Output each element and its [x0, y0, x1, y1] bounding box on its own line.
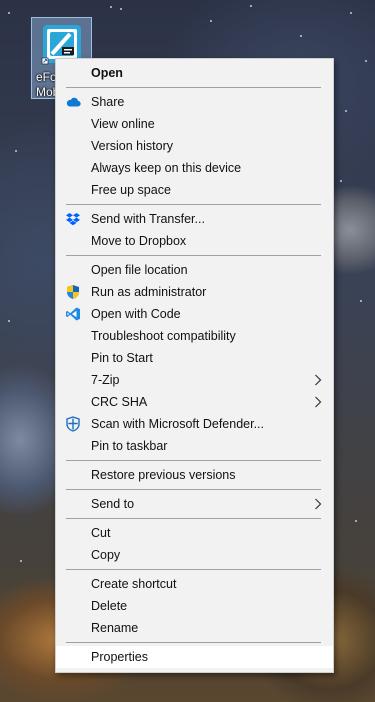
star	[20, 560, 22, 562]
menu-item-free-up-space[interactable]: Free up space	[56, 179, 333, 201]
menu-item-7-zip[interactable]: 7-Zip	[56, 369, 333, 391]
menu-item-label: Open	[91, 66, 123, 80]
menu-separator	[66, 255, 321, 256]
menu-item-open[interactable]: Open	[56, 62, 333, 84]
menu-item-move-to-dropbox[interactable]: Move to Dropbox	[56, 230, 333, 252]
menu-item-label: View online	[91, 117, 155, 131]
star	[110, 6, 112, 8]
menu-item-send-to[interactable]: Send to	[56, 493, 333, 515]
star	[345, 110, 347, 112]
star	[350, 12, 352, 14]
menu-item-label: CRC SHA	[91, 395, 148, 409]
menu-item-label: Scan with Microsoft Defender...	[91, 417, 264, 431]
menu-item-label: Pin to taskbar	[91, 439, 168, 453]
menu-item-crc-sha[interactable]: CRC SHA	[56, 391, 333, 413]
star	[365, 60, 367, 62]
menu-item-label: Delete	[91, 599, 128, 613]
menu-item-open-with-code[interactable]: Open with Code	[56, 303, 333, 325]
onedrive-cloud-icon	[65, 94, 81, 110]
defender-shield-icon	[65, 416, 81, 432]
vscode-icon	[65, 306, 81, 322]
menu-item-troubleshoot-compatibility[interactable]: Troubleshoot compatibility	[56, 325, 333, 347]
chevron-right-icon	[313, 391, 323, 413]
chevron-right-icon	[313, 493, 323, 515]
star	[210, 20, 212, 22]
context-menu: Open Share View online Version history Alway…	[55, 58, 334, 673]
menu-item-label: Create shortcut	[91, 577, 177, 591]
menu-item-label: Share	[91, 95, 125, 109]
menu-item-rename[interactable]: Rename	[56, 617, 333, 639]
menu-separator	[66, 642, 321, 643]
menu-item-label: Cut	[91, 526, 111, 540]
menu-separator	[66, 569, 321, 570]
chevron-right-icon	[313, 369, 323, 391]
star	[120, 8, 122, 10]
menu-item-cut[interactable]: Cut	[56, 522, 333, 544]
menu-separator	[66, 87, 321, 88]
menu-item-label: Pin to Start	[91, 351, 153, 365]
menu-item-properties[interactable]: Properties	[56, 646, 333, 668]
menu-item-label: Copy	[91, 548, 121, 562]
menu-separator	[66, 489, 321, 490]
menu-separator	[66, 460, 321, 461]
menu-item-label: Restore previous versions	[91, 468, 236, 482]
star	[15, 150, 17, 152]
menu-item-label: Move to Dropbox	[91, 234, 187, 248]
menu-item-pin-to-start[interactable]: Pin to Start	[56, 347, 333, 369]
menu-item-scan-with-microsoft-defender[interactable]: Scan with Microsoft Defender...	[56, 413, 333, 435]
star	[360, 300, 362, 302]
menu-item-share[interactable]: Share	[56, 91, 333, 113]
menu-item-always-keep-on-this-device[interactable]: Always keep on this device	[56, 157, 333, 179]
star	[8, 320, 10, 322]
menu-item-create-shortcut[interactable]: Create shortcut	[56, 573, 333, 595]
menu-separator	[66, 204, 321, 205]
menu-item-label: Properties	[91, 650, 148, 664]
menu-item-open-file-location[interactable]: Open file location	[56, 259, 333, 281]
star	[300, 35, 302, 37]
menu-item-label: Open file location	[91, 263, 188, 277]
menu-item-restore-previous-versions[interactable]: Restore previous versions	[56, 464, 333, 486]
star	[8, 12, 10, 14]
star	[355, 520, 357, 522]
menu-item-label: Troubleshoot compatibility	[91, 329, 236, 343]
star	[250, 5, 252, 7]
menu-item-label: Open with Code	[91, 307, 181, 321]
dropbox-icon	[65, 211, 81, 227]
menu-item-view-online[interactable]: View online	[56, 113, 333, 135]
menu-item-label: Send with Transfer...	[91, 212, 205, 226]
menu-item-pin-to-taskbar[interactable]: Pin to taskbar	[56, 435, 333, 457]
star	[340, 180, 342, 182]
menu-item-label: Run as administrator	[91, 285, 207, 299]
menu-item-send-with-transfer[interactable]: Send with Transfer...	[56, 208, 333, 230]
menu-item-label: Always keep on this device	[91, 161, 242, 175]
menu-item-delete[interactable]: Delete	[56, 595, 333, 617]
menu-item-label: Free up space	[91, 183, 171, 197]
uac-shield-icon	[65, 284, 81, 300]
menu-separator	[66, 518, 321, 519]
menu-item-run-as-administrator[interactable]: Run as administrator	[56, 281, 333, 303]
menu-item-label: Send to	[91, 497, 135, 511]
menu-item-label: Rename	[91, 621, 139, 635]
menu-item-label: Version history	[91, 139, 173, 153]
menu-item-copy[interactable]: Copy	[56, 544, 333, 566]
menu-item-label: 7-Zip	[91, 373, 120, 387]
menu-item-version-history[interactable]: Version history	[56, 135, 333, 157]
